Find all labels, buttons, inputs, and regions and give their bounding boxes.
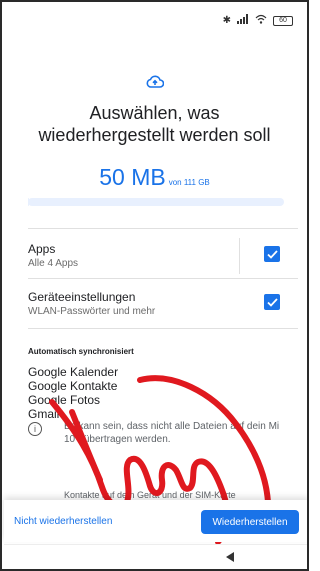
- option-apps-sub: Alle 4 Apps: [28, 258, 79, 269]
- sync-item-photos: Google Fotos: [28, 393, 101, 407]
- navigation-bar: [4, 544, 307, 569]
- option-apps-label: Apps: [28, 242, 56, 256]
- apps-checkbox[interactable]: [264, 246, 280, 262]
- info-text: Es kann sein, dass nicht alle Dateien au…: [64, 421, 280, 445]
- divider: [28, 328, 298, 329]
- settings-checkbox[interactable]: [264, 294, 280, 310]
- sync-item-contacts: Google Kontakte: [28, 379, 118, 393]
- sync-item-gmail: Gmail: [28, 407, 60, 421]
- restore-button[interactable]: Wiederherstellen: [201, 510, 299, 534]
- check-icon: [266, 249, 278, 259]
- back-icon[interactable]: [224, 551, 236, 563]
- skip-restore-button[interactable]: Nicht wiederherstellen: [14, 516, 112, 527]
- cloud-upload-icon: [2, 74, 307, 88]
- sync-item-calendar: Google Kalender: [28, 365, 119, 379]
- divider: [28, 228, 298, 229]
- battery-level: 60: [279, 16, 287, 24]
- check-icon: [266, 297, 278, 307]
- bluetooth-icon: ✱: [222, 14, 231, 26]
- option-separator: [239, 238, 240, 274]
- wifi-icon: [255, 14, 267, 27]
- title-line-2: wiederhergestellt werden soll: [38, 125, 271, 145]
- page-title: Auswählen, was wiederhergestellt werden …: [2, 102, 307, 146]
- action-footer: Nicht wiederherstellen Wiederherstellen: [4, 500, 307, 542]
- status-bar: ✱ 60: [223, 14, 293, 27]
- signal-icon: [237, 14, 249, 27]
- sync-section-label: Automatisch synchronisiert: [28, 347, 134, 356]
- restore-size: 50 MB von 111 GB: [2, 164, 307, 191]
- option-device-settings[interactable]: Geräteeinstellungen WLAN-Passwörter und …: [28, 286, 298, 330]
- info-icon: i: [28, 422, 42, 436]
- size-amount: 50 MB: [99, 164, 166, 190]
- storage-progress-bar: [28, 198, 284, 206]
- size-total: von 111 GB: [168, 178, 210, 187]
- battery-indicator: 60: [273, 15, 293, 26]
- title-line-1: Auswählen, was: [89, 103, 220, 123]
- option-settings-sub: WLAN-Passwörter und mehr: [28, 306, 156, 317]
- divider: [28, 278, 298, 279]
- sync-list: Google Kalender Google Kontakte Google F…: [28, 365, 118, 421]
- phone-screen: ✱ 60 Auswählen, was wiederhergestellt we…: [0, 0, 309, 571]
- info-text-secondary: Kontakte auf dem Gerät und der SIM-Karte: [64, 490, 236, 500]
- option-settings-label: Geräteeinstellungen: [28, 290, 136, 304]
- option-apps[interactable]: Apps Alle 4 Apps: [28, 238, 298, 282]
